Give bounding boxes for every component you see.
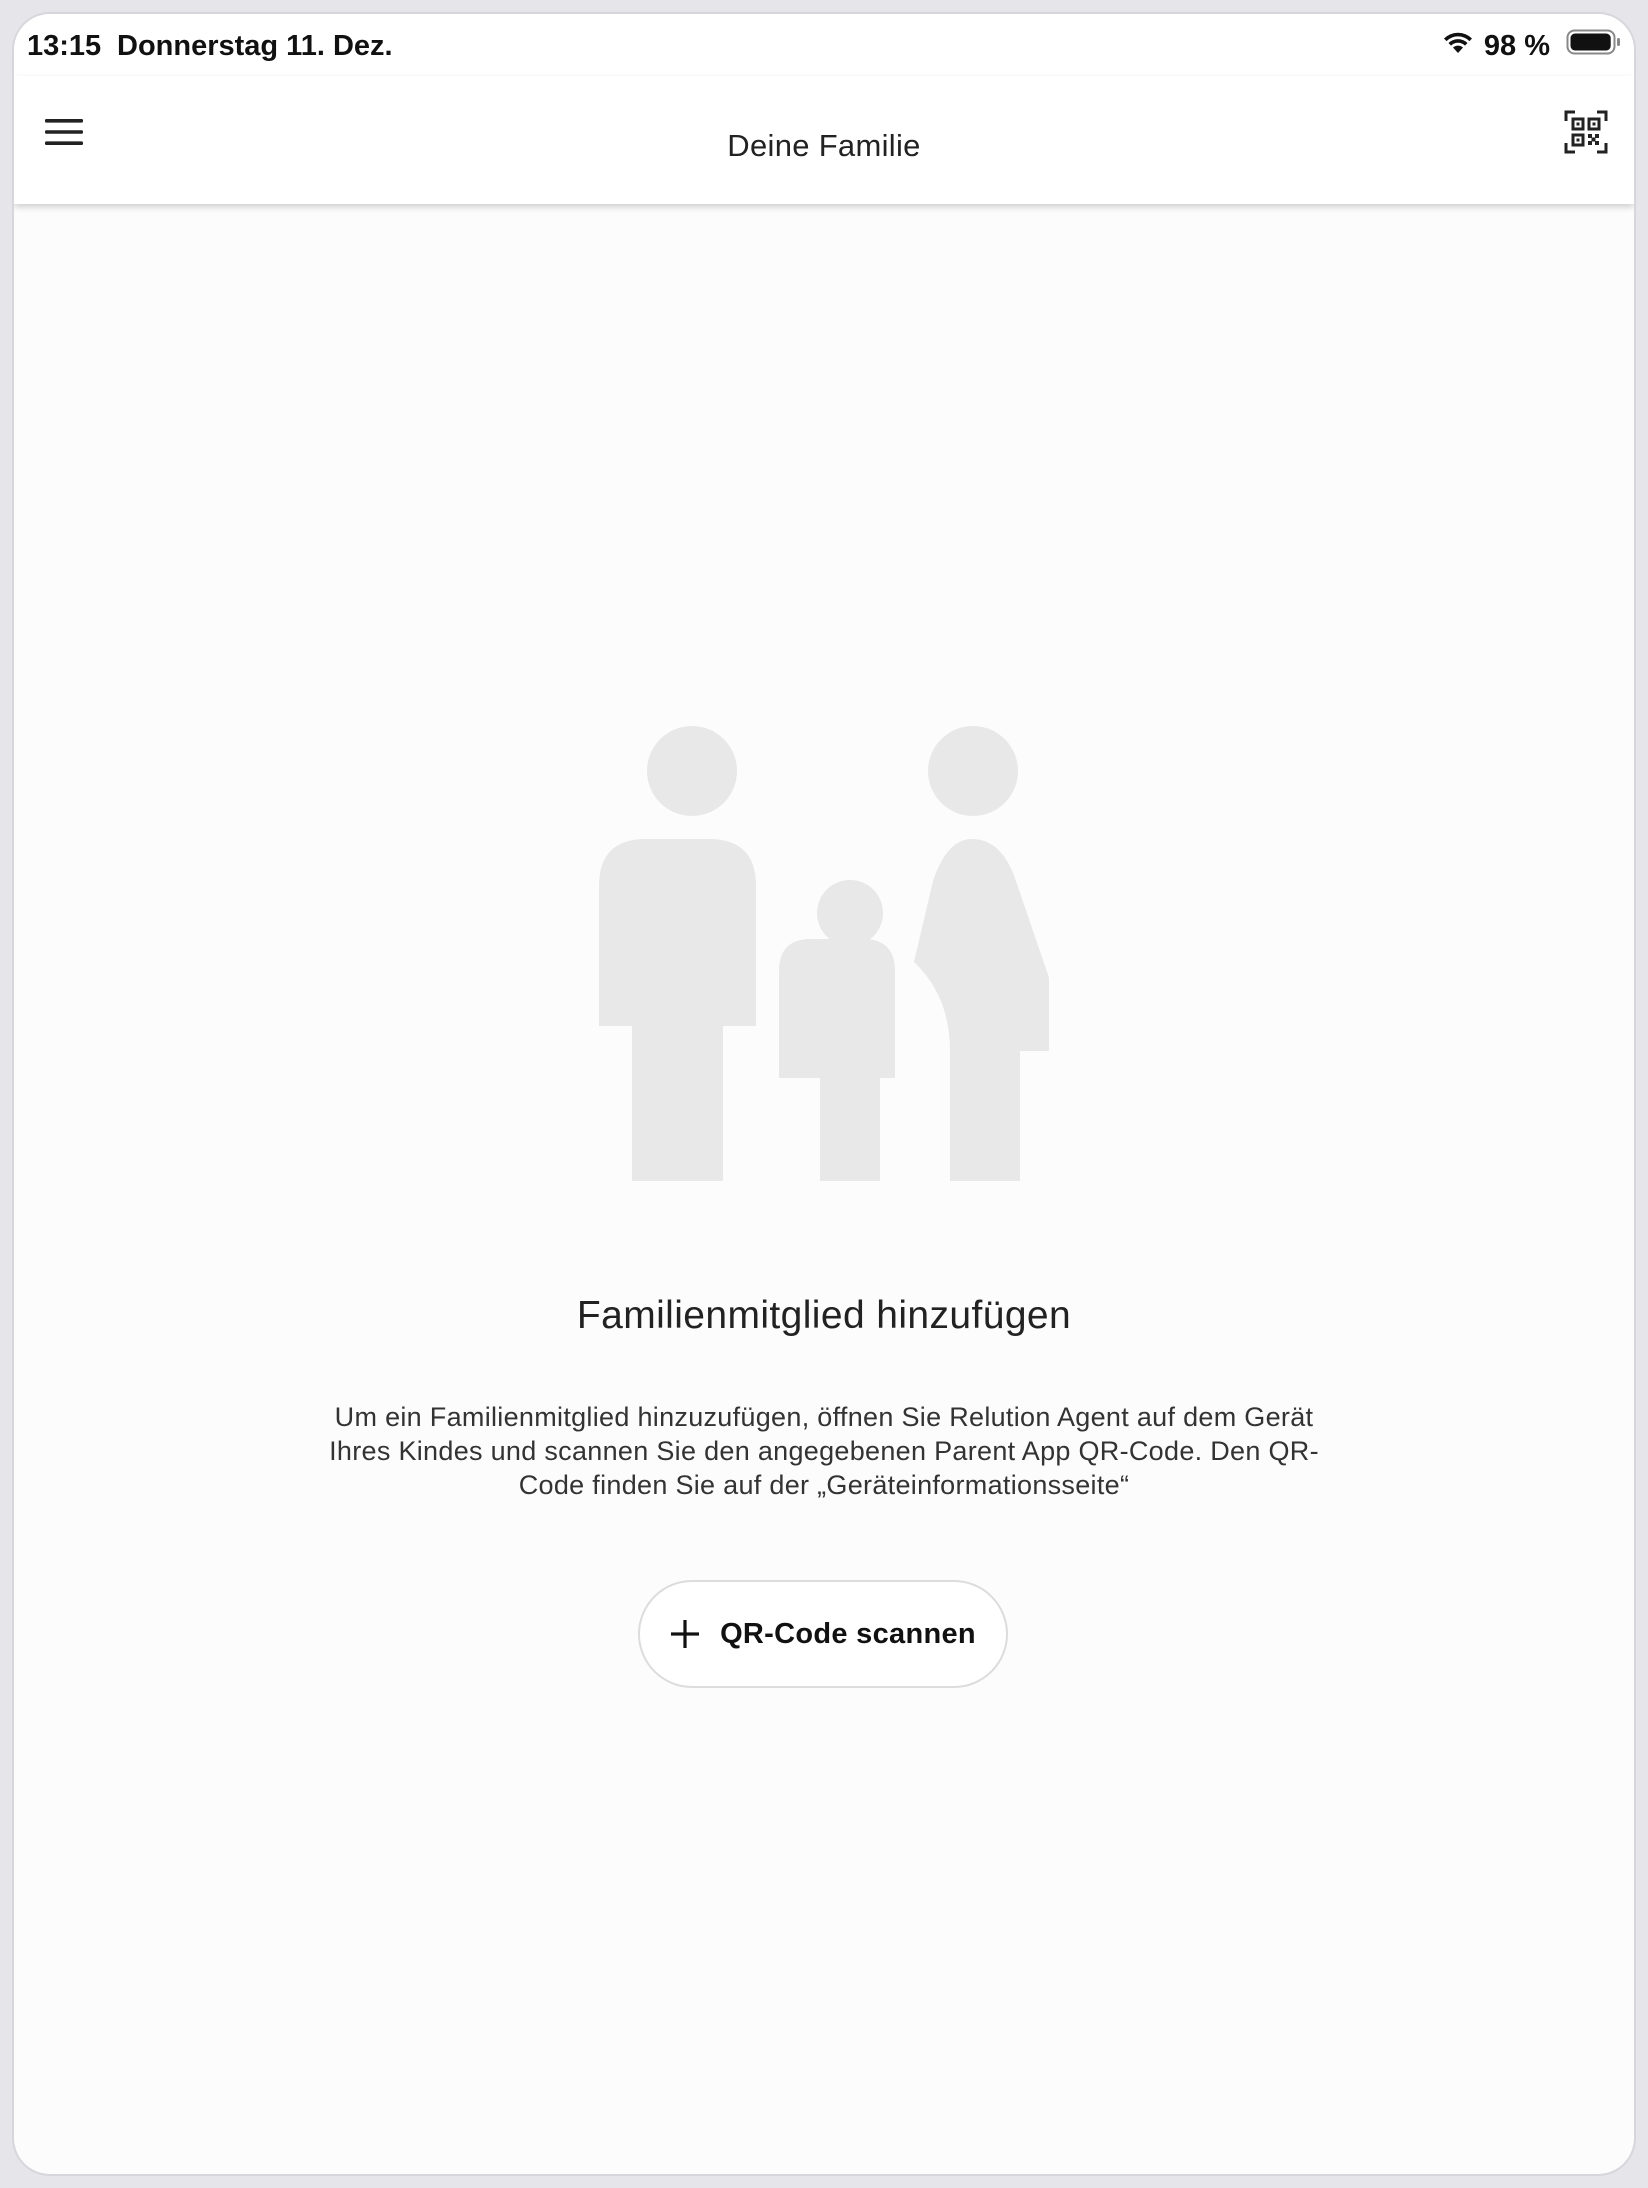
status-time: 13:15 xyxy=(27,30,102,62)
status-date: Donnerstag 11. Dez. xyxy=(117,30,393,62)
qr-scan-button[interactable] xyxy=(1556,102,1616,162)
device-screen: 13:15 Donnerstag 11. Dez. 98 % Deine Fam… xyxy=(14,14,1634,2174)
scan-button-label: QR-Code scannen xyxy=(720,1617,976,1650)
status-bar: 13:15 Donnerstag 11. Dez. 98 % xyxy=(14,14,1634,76)
scan-qr-code-button[interactable]: QR-Code scannen xyxy=(638,1580,1008,1688)
status-indicators: 98 % xyxy=(1442,28,1622,64)
plus-icon xyxy=(671,1620,700,1648)
empty-state-heading: Familienmitglied hinzufügen xyxy=(576,1294,1072,1337)
app-bar: Deine Familie xyxy=(14,76,1634,204)
main-content: Familienmitglied hinzufügen Um ein Famil… xyxy=(14,204,1634,2174)
battery-icon xyxy=(1566,28,1622,64)
battery-percent: 98 % xyxy=(1483,29,1550,62)
qr-scan-icon xyxy=(1564,110,1608,154)
page-title: Deine Familie xyxy=(727,128,921,163)
wifi-icon xyxy=(1442,29,1474,63)
empty-state-description: Um ein Familienmitglied hinzuzufügen, öf… xyxy=(329,1402,1319,1500)
family-illustration xyxy=(599,726,1074,1181)
family-icon xyxy=(599,726,1074,1181)
